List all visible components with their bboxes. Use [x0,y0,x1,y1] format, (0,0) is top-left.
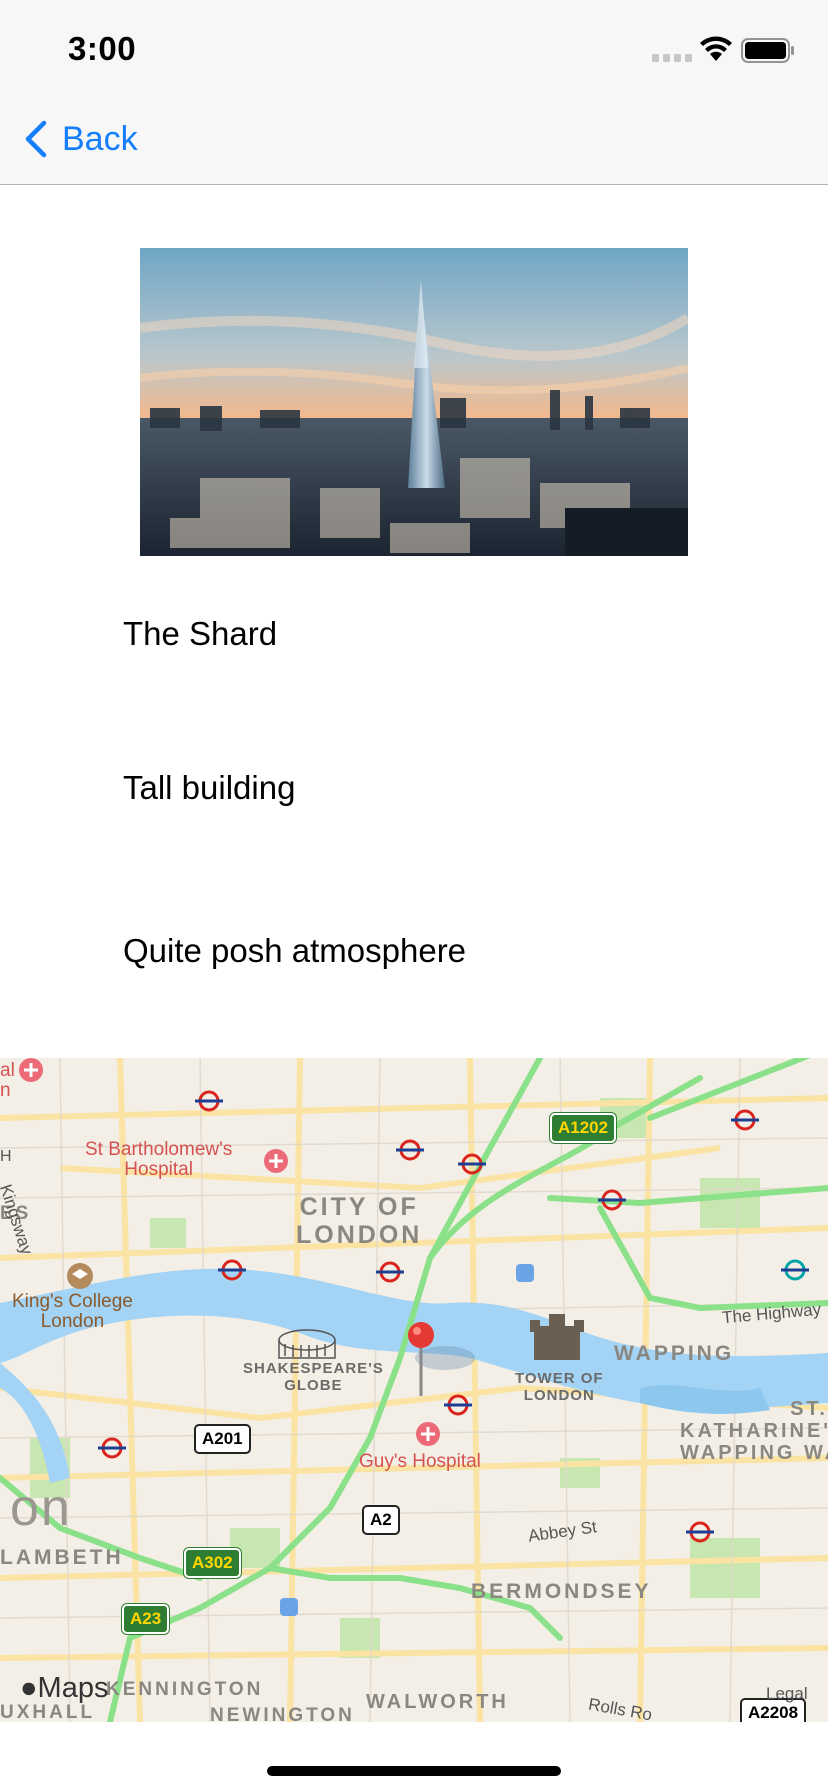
label-kings-college: King's College London [12,1291,133,1332]
wifi-icon [700,36,732,61]
label-newington: NEWINGTON [210,1705,355,1722]
landmark-atmosphere: Quite posh atmosphere [123,932,467,969]
label-st-katharines: ST. KATHARINE'S WAPPING WA [680,1398,828,1464]
road-shield-a23: A23 [122,1604,170,1634]
label-walworth: WALWORTH [366,1691,509,1713]
cellular-signal-icon [652,54,692,62]
landmark-description: Tall building [123,769,296,806]
back-button[interactable]: Back [22,114,138,164]
home-indicator[interactable] [267,1766,561,1776]
chevron-left-icon [25,120,47,158]
apple-maps-logo: ●Maps [20,1672,109,1704]
label-guys-hospital: Guy's Hospital [359,1451,481,1472]
label-n: n [0,1080,11,1101]
legal-link[interactable]: Legal [766,1684,808,1704]
apple-logo-icon: ● [20,1672,38,1704]
landmark-title: The Shard [123,615,278,652]
label-shakespeares-globe: SHAKESPEARE'S GLOBE [243,1360,384,1394]
label-h: H [0,1148,12,1165]
road-shield-a302: A302 [184,1548,241,1578]
road-shield-a1202: A1202 [550,1113,617,1143]
status-bar: 3:00 [0,0,828,94]
battery-icon [741,38,794,63]
label-wapping: WAPPING [614,1342,735,1365]
status-time: 3:00 [68,30,137,67]
road-shield-a2: A2 [362,1505,400,1535]
label-st-barts-hospital: St Bartholomew's Hospital [85,1139,233,1180]
label-bermondsey: BERMONDSEY [471,1580,652,1603]
label-tower-of-london: TOWER OF LONDON [515,1370,604,1404]
landmark-photo [140,248,688,556]
label-lambeth: LAMBETH [0,1546,124,1569]
navigation-bar: Back [0,94,828,185]
label-city-of-london: CITY OF LONDON [296,1193,423,1249]
map-view[interactable]: CITY OF LONDON St Bartholomew's Hospital… [0,1058,828,1722]
label-al: al [0,1060,15,1081]
label-kennington: KENNINGTON [106,1679,264,1700]
back-label: Back [62,119,138,158]
label-london-fragment: on [10,1479,72,1537]
road-shield-a201: A201 [194,1424,251,1454]
